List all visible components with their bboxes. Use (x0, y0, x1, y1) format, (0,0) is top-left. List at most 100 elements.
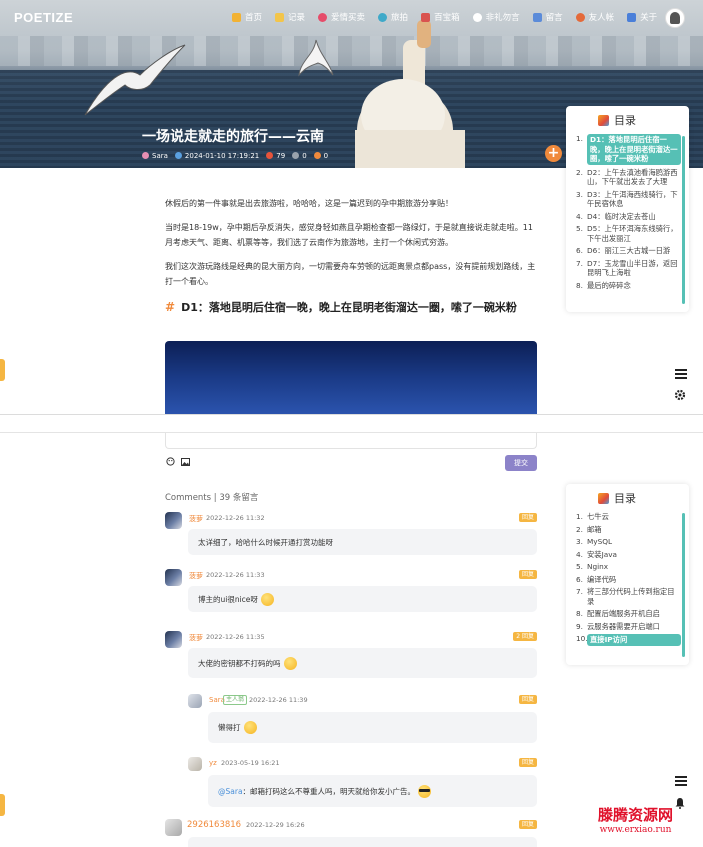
toc-item[interactable]: 5. D5：上午环洱海东线骑行，下午出发丽江 (576, 224, 681, 243)
menu-icon[interactable] (675, 776, 687, 786)
user-avatar[interactable] (665, 8, 685, 28)
avatar[interactable] (165, 512, 182, 529)
commenter-name[interactable]: 菠萝 (189, 633, 203, 643)
toc-list: 1. D1：落地昆明后住宿一晚，晚上在昆明老街溜达一圈，嗦了一碗米粉 2. D2：上… (566, 134, 689, 290)
nav-item-records[interactable]: 记录 (275, 11, 305, 23)
toc-item[interactable]: 8. 配置后端服务开机自启 (576, 609, 681, 619)
avatar[interactable] (188, 757, 202, 771)
comment-item: 菠萝 2022-12-26 11:33 回复 博主的ui很nice呀 (165, 569, 537, 615)
avatar[interactable] (165, 819, 182, 836)
plus-button[interactable]: + (545, 145, 562, 162)
reply-button[interactable]: 回复 (518, 758, 537, 767)
comment-text: 博主的ui很nice呀 (188, 586, 537, 612)
article-view: POETIZE 首页 记录 爱情买卖 旅拍 百宝箱 非礼勿言 留言 友人帐 关于… (0, 0, 703, 415)
nav-item-love[interactable]: 爱情买卖 (318, 11, 365, 23)
avatar[interactable] (165, 569, 182, 586)
side-drawer-tab[interactable] (0, 794, 5, 816)
toc-num: 4. (576, 211, 583, 221)
nav-item-travel[interactable]: 旅拍 (378, 11, 408, 23)
toc-item[interactable]: 3. D3：上午洱海西线骑行，下午民宿休息 (576, 190, 681, 209)
gear-icon[interactable] (674, 389, 686, 401)
table-of-contents: 目录 1. D1：落地昆明后住宿一晚，晚上在昆明老街溜达一圈，嗦了一碗米粉 2. D… (566, 106, 689, 312)
nav-label: 百宝箱 (434, 13, 460, 23)
article-body: 休假后的第一件事就是出去旅游啦，哈哈哈，这是一篇迟到的孕中期旅游分享贴！ 当时是… (165, 196, 537, 315)
date-text: 2024-01-10 17:19:21 (184, 152, 260, 160)
commenter-name[interactable]: 菠萝 (189, 571, 203, 581)
avatar[interactable] (188, 694, 202, 708)
toc-header: 目录 (566, 106, 689, 134)
heading-anchor[interactable]: # (165, 300, 175, 314)
bell-icon[interactable] (674, 797, 686, 809)
toc-item[interactable]: 8. 最后的碎碎念 (576, 281, 681, 291)
reply-button[interactable]: 回复 (518, 820, 537, 829)
toc-icon (598, 492, 609, 504)
submit-button[interactable]: 提交 (505, 455, 537, 471)
globe-icon (378, 12, 388, 22)
toc-item[interactable]: 9. 云服务器需要开启端口 (576, 622, 681, 632)
comment-icon (292, 152, 300, 159)
toc-item[interactable]: 6. 编译代码 (576, 575, 681, 585)
heart-icon (313, 152, 321, 159)
commenter-name[interactable]: 2926163816 (187, 820, 241, 830)
friends-icon (575, 12, 585, 22)
toc-item[interactable]: 10. 直接IP访问 (576, 634, 681, 646)
avatar[interactable] (165, 631, 182, 648)
toc-label: D2：上午去滇池看海鸥游西山，下午就出发去了大理 (587, 167, 678, 187)
reply-button[interactable]: 2 回复 (513, 632, 537, 641)
comment-text: 大佬的密钥都不打码的吗 (188, 648, 537, 678)
toc-item[interactable]: 2. 邮箱 (576, 525, 681, 535)
reply-button[interactable]: 回复 (518, 513, 537, 522)
toc-label: 最后的碎碎念 (587, 280, 631, 290)
toc-item[interactable]: 6. D6：丽江三大古城一日游 (576, 246, 681, 256)
toc-num: 3. (576, 537, 583, 546)
comment-time: 2022-12-26 11:32 (206, 514, 265, 522)
mention-link[interactable]: @Sara (218, 787, 243, 796)
toc-num: 6. (576, 246, 583, 255)
menu-icon[interactable] (675, 369, 687, 379)
toc-label: 邮箱 (587, 524, 602, 534)
comment-input[interactable] (165, 433, 537, 449)
reply-button[interactable]: 回复 (518, 570, 537, 579)
toc-item[interactable]: 5. Nginx (576, 562, 681, 572)
nav-item-toolbox[interactable]: 百宝箱 (421, 11, 460, 23)
toc-item[interactable]: 3. MySQL (576, 537, 681, 547)
post-title: 一场说走就走的旅行——云南 (142, 129, 324, 145)
reply-button[interactable]: 回复 (518, 695, 537, 704)
site-logo[interactable]: POETIZE (14, 10, 73, 25)
toc-scrollbar[interactable] (682, 136, 685, 304)
comment-body: 博主的ui很nice呀 (198, 594, 258, 604)
toc-scrollbar[interactable] (682, 513, 685, 657)
toc-num: 8. (576, 280, 583, 290)
side-drawer-tab[interactable] (0, 359, 5, 381)
chat-icon (472, 12, 482, 22)
watermark-title: 滕腾资源网 (598, 806, 674, 824)
toc-item[interactable]: 1. D1：落地昆明后住宿一晚，晚上在昆明老街溜达一圈，嗦了一碗米粉 (576, 134, 681, 165)
toc-label: D3：上午洱海西线骑行，下午民宿休息 (587, 189, 678, 209)
toc-item[interactable]: 1. 七牛云 (576, 512, 681, 522)
toc-num: 7. (576, 587, 583, 596)
toc-num: 9. (576, 621, 583, 631)
comment-text: 懒得打 (208, 712, 537, 743)
nav-item-guestbook[interactable]: 留言 (532, 11, 563, 23)
sunglasses-emoji-icon (418, 784, 432, 798)
toc-item[interactable]: 4. 安装Java (576, 550, 681, 560)
emoji-picker-icon[interactable] (166, 457, 175, 466)
nav-item-friends[interactable]: 友人帐 (575, 11, 614, 23)
article-paragraph: 休假后的第一件事就是出去旅游啦，哈哈哈，这是一篇迟到的孕中期旅游分享贴！ (165, 199, 453, 208)
toc-label: MySQL (587, 537, 613, 546)
toc-item[interactable]: 2. D2：上午去滇池看海鸥游西山，下午就出发去了大理 (576, 168, 681, 187)
comment-time: 2023-05-19 16:21 (221, 759, 280, 767)
toc-label: 云服务器需要开启端口 (587, 621, 660, 631)
toc-item[interactable]: 4. D4：临时决定去苍山 (576, 212, 681, 222)
image-upload-icon[interactable] (181, 458, 190, 466)
nav-item-chat[interactable]: 非礼勿言 (472, 11, 520, 23)
toc-label: D5：上午环洱海东线骑行，下午出发丽江 (587, 224, 678, 243)
commenter-name[interactable]: yz (209, 759, 217, 767)
toc-item[interactable]: 7. 将三部分代码上传到指定目录 (576, 587, 681, 606)
nav-item-about[interactable]: 关于 (627, 11, 657, 23)
toc-num: 6. (576, 574, 583, 584)
toc-num: 3. (576, 189, 583, 199)
toc-item[interactable]: 7. D7：玉龙雪山半日游，返回昆明飞上海啦 (576, 259, 681, 278)
nav-item-home[interactable]: 首页 (232, 11, 262, 23)
commenter-name[interactable]: 菠萝 (189, 514, 203, 524)
